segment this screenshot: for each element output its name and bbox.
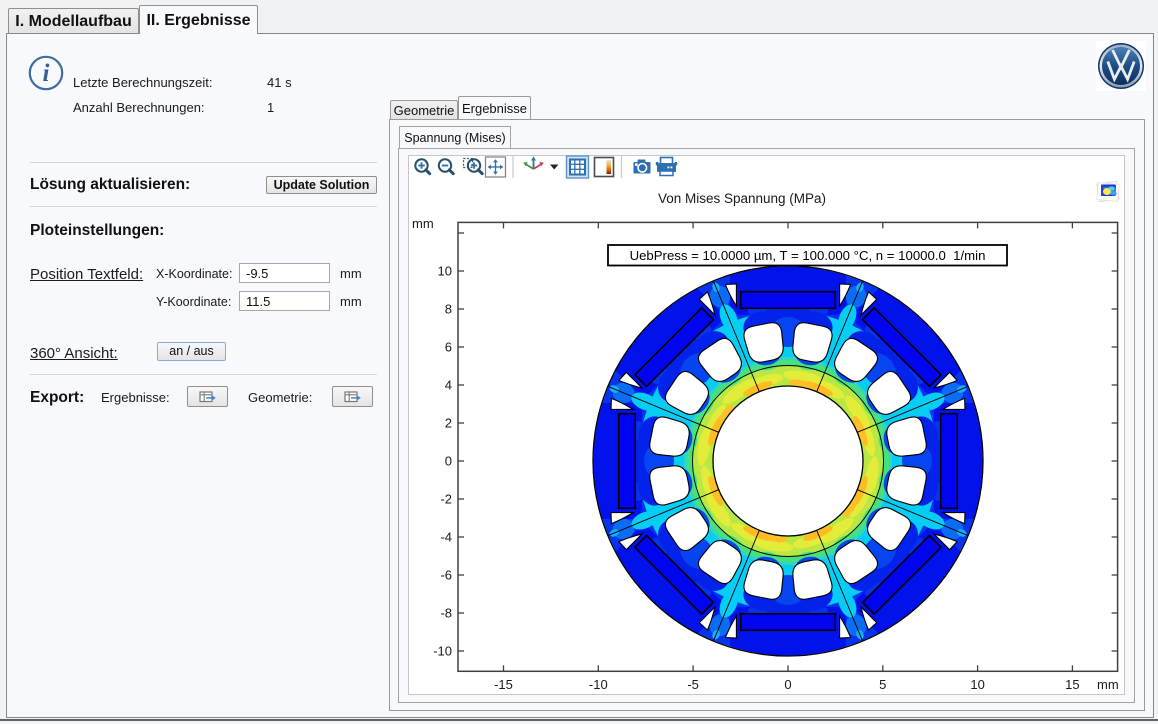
svg-text:4: 4 [445,377,452,392]
svg-text:-10: -10 [589,677,608,692]
svg-text:6: 6 [445,339,452,354]
svg-text:-8: -8 [440,605,452,620]
svg-text:-5: -5 [687,677,699,692]
svg-text:-2: -2 [440,491,452,506]
svg-text:10: 10 [438,263,452,278]
svg-text:15: 15 [1065,677,1079,692]
svg-text:8: 8 [445,301,452,316]
svg-text:0: 0 [445,453,452,468]
svg-text:5: 5 [879,677,886,692]
svg-text:mm: mm [1097,677,1119,692]
svg-text:UebPress = 10.0000 µm, T = 100: UebPress = 10.0000 µm, T = 100.000 °C, n… [630,248,986,263]
svg-text:10: 10 [970,677,984,692]
svg-text:-10: -10 [433,643,452,658]
svg-text:0: 0 [784,677,791,692]
svg-text:i: i [43,60,50,87]
svg-text:-15: -15 [494,677,513,692]
svg-text:Von Mises Spannung (MPa): Von Mises Spannung (MPa) [658,191,826,206]
svg-text:-6: -6 [440,567,452,582]
svg-text:mm: mm [412,216,434,231]
svg-text:2: 2 [445,415,452,430]
svg-text:-4: -4 [440,529,452,544]
